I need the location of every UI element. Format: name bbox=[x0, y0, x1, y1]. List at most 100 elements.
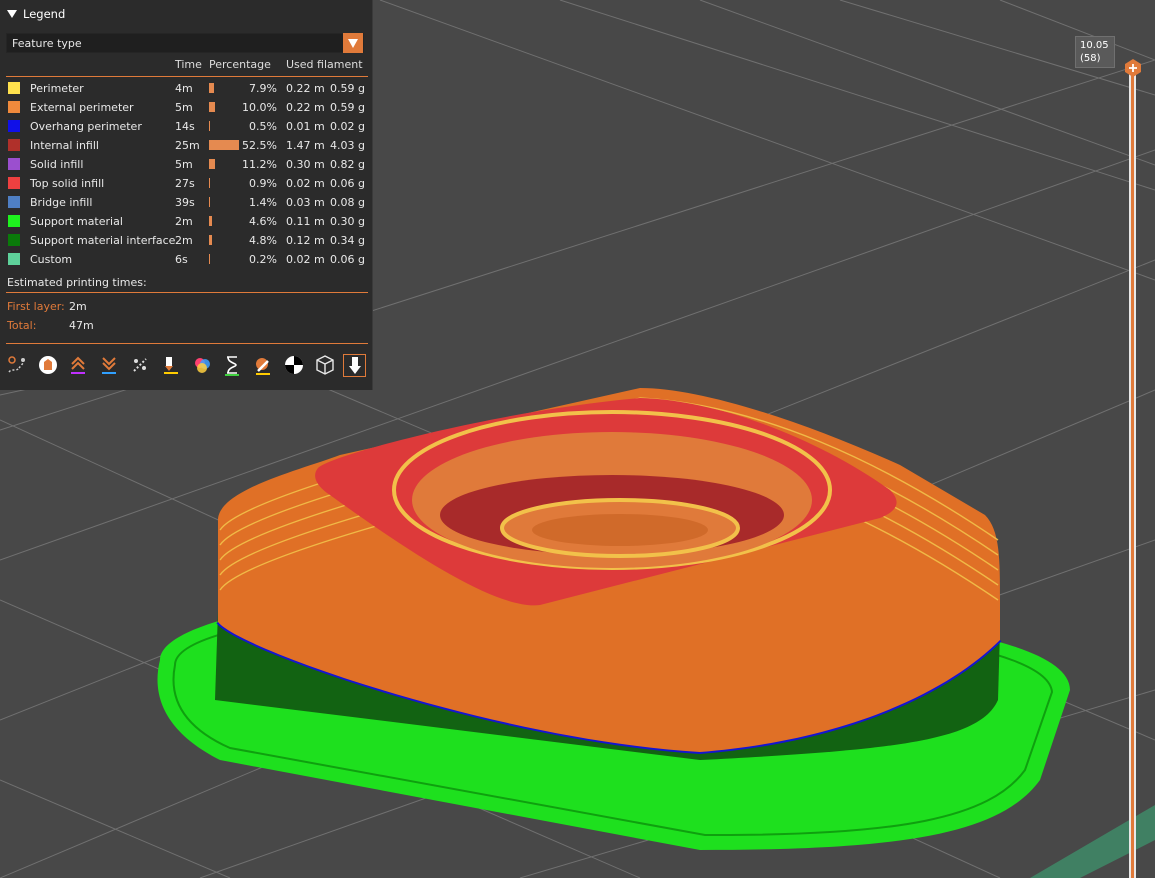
total-label: Total: bbox=[7, 319, 37, 332]
legend-row-percentage: 10.0% bbox=[242, 101, 277, 114]
legend-row-time: 2m bbox=[175, 215, 193, 228]
tool-marker-icon[interactable] bbox=[343, 354, 366, 377]
legend-row-percentage-bar bbox=[209, 254, 210, 264]
legend-row-percentage: 0.5% bbox=[249, 120, 277, 133]
retractions-icon[interactable] bbox=[37, 354, 59, 376]
legend-row-length: 0.22 m bbox=[286, 82, 325, 95]
legend-row[interactable]: External perimeter 5m 10.0% 0.22 m 0.59 g bbox=[0, 98, 372, 117]
legend-row-weight: 0.82 g bbox=[330, 158, 365, 171]
legend-row-percentage-bar bbox=[209, 197, 210, 207]
legend-row[interactable]: Internal infill 25m 52.5% 1.47 m 4.03 g bbox=[0, 136, 372, 155]
legend-panel: Legend Feature type Time Percentage Used… bbox=[0, 0, 373, 390]
legend-swatch bbox=[8, 215, 20, 227]
legend-row-name: Perimeter bbox=[30, 82, 84, 95]
center-of-gravity-icon[interactable] bbox=[283, 354, 305, 376]
legend-row[interactable]: Overhang perimeter 14s 0.5% 0.01 m 0.02 g bbox=[0, 117, 372, 136]
legend-row-length: 0.30 m bbox=[286, 158, 325, 171]
legend-row[interactable]: Bridge infill 39s 1.4% 0.03 m 0.08 g bbox=[0, 193, 372, 212]
legend-swatch bbox=[8, 120, 20, 132]
toolbar-separator bbox=[6, 343, 368, 344]
legend-row-weight: 0.02 g bbox=[330, 120, 365, 133]
legend-row-name: Overhang perimeter bbox=[30, 120, 142, 133]
custom-gcodes-icon[interactable] bbox=[252, 354, 274, 376]
column-header-time: Time bbox=[175, 58, 202, 71]
legend-row[interactable]: Top solid infill 27s 0.9% 0.02 m 0.06 g bbox=[0, 174, 372, 193]
legend-row-time: 39s bbox=[175, 196, 195, 209]
legend-row[interactable]: Support material interface 2m 4.8% 0.12 m 0.… bbox=[0, 231, 372, 250]
shells-icon[interactable] bbox=[314, 354, 336, 376]
legend-swatch bbox=[8, 234, 20, 246]
legend-row-percentage-bar-track bbox=[209, 102, 241, 112]
tool-changes-icon[interactable] bbox=[160, 354, 182, 376]
legend-row-name: Support material bbox=[30, 215, 123, 228]
view-type-value: Feature type bbox=[12, 36, 82, 50]
pause-prints-icon[interactable] bbox=[221, 354, 243, 376]
view-type-select[interactable]: Feature type bbox=[6, 33, 364, 53]
legend-swatch bbox=[8, 158, 20, 170]
legend-row[interactable]: Custom 6s 0.2% 0.02 m 0.06 g bbox=[0, 250, 372, 269]
legend-row[interactable]: Support material 2m 4.6% 0.11 m 0.30 g bbox=[0, 212, 372, 231]
seams-icon[interactable] bbox=[129, 354, 151, 376]
legend-row-weight: 0.59 g bbox=[330, 82, 365, 95]
layer-slider-thumb[interactable] bbox=[1123, 58, 1143, 78]
legend-row-percentage: 7.9% bbox=[249, 82, 277, 95]
legend-swatch bbox=[8, 82, 20, 94]
legend-row-length: 0.22 m bbox=[286, 101, 325, 114]
legend-row[interactable]: Perimeter 4m 7.9% 0.22 m 0.59 g bbox=[0, 79, 372, 98]
legend-row[interactable]: Solid infill 5m 11.2% 0.30 m 0.82 g bbox=[0, 155, 372, 174]
legend-row-percentage-bar-track bbox=[209, 197, 241, 207]
header-separator bbox=[6, 76, 368, 77]
legend-row-name: Solid infill bbox=[30, 158, 84, 171]
dropdown-arrow-icon[interactable] bbox=[343, 33, 363, 53]
legend-row-percentage-bar bbox=[209, 178, 210, 188]
legend-row-time: 25m bbox=[175, 139, 200, 152]
legend-row-name: Top solid infill bbox=[30, 177, 105, 190]
legend-row-weight: 0.06 g bbox=[330, 177, 365, 190]
legend-row-percentage-bar bbox=[209, 140, 239, 150]
layer-height-value: 10.05 bbox=[1080, 40, 1109, 51]
color-changes-icon[interactable] bbox=[191, 354, 213, 376]
legend-row-weight: 0.08 g bbox=[330, 196, 365, 209]
legend-swatch bbox=[8, 253, 20, 265]
layer-slider-fill bbox=[1131, 72, 1134, 878]
legend-row-percentage-bar bbox=[209, 159, 215, 169]
legend-row-percentage-bar bbox=[209, 102, 215, 112]
legend-row-time: 5m bbox=[175, 101, 193, 114]
legend-row-length: 0.03 m bbox=[286, 196, 325, 209]
legend-row-weight: 0.59 g bbox=[330, 101, 365, 114]
legend-row-percentage-bar bbox=[209, 235, 212, 245]
column-header-used-filament: Used filament bbox=[286, 58, 363, 71]
legend-swatch bbox=[8, 196, 20, 208]
legend-row-time: 5m bbox=[175, 158, 193, 171]
legend-row-percentage-bar-track bbox=[209, 178, 241, 188]
legend-row-weight: 4.03 g bbox=[330, 139, 365, 152]
legend-row-percentage-bar bbox=[209, 121, 210, 131]
legend-row-length: 0.12 m bbox=[286, 234, 325, 247]
legend-rows: Perimeter 4m 7.9% 0.22 m 0.59 g External peri… bbox=[0, 79, 372, 269]
legend-row-name: Internal infill bbox=[30, 139, 99, 152]
legend-title: Legend bbox=[23, 7, 66, 21]
legend-row-time: 4m bbox=[175, 82, 193, 95]
legend-row-name: External perimeter bbox=[30, 101, 134, 114]
legend-row-percentage: 4.8% bbox=[249, 234, 277, 247]
wipes-icon[interactable] bbox=[98, 354, 120, 376]
legend-row-percentage: 4.6% bbox=[249, 215, 277, 228]
legend-row-length: 0.01 m bbox=[286, 120, 325, 133]
legend-swatch bbox=[8, 139, 20, 151]
legend-row-name: Bridge infill bbox=[30, 196, 93, 209]
legend-header[interactable]: Legend bbox=[0, 4, 372, 24]
travel-icon[interactable] bbox=[6, 354, 28, 376]
legend-row-length: 0.11 m bbox=[286, 215, 325, 228]
total-value: 47m bbox=[69, 319, 94, 332]
legend-row-percentage-bar bbox=[209, 216, 212, 226]
legend-row-time: 14s bbox=[175, 120, 195, 133]
layer-slider-tooltip: 10.05 (58) bbox=[1075, 36, 1115, 68]
legend-row-percentage-bar-track bbox=[209, 235, 241, 245]
legend-row-percentage: 0.2% bbox=[249, 253, 277, 266]
legend-row-weight: 0.06 g bbox=[330, 253, 365, 266]
collapse-triangle-icon[interactable] bbox=[7, 10, 17, 18]
deretractions-icon[interactable] bbox=[67, 354, 89, 376]
legend-row-time: 2m bbox=[175, 234, 193, 247]
legend-row-length: 1.47 m bbox=[286, 139, 325, 152]
column-header-percentage: Percentage bbox=[209, 58, 271, 71]
